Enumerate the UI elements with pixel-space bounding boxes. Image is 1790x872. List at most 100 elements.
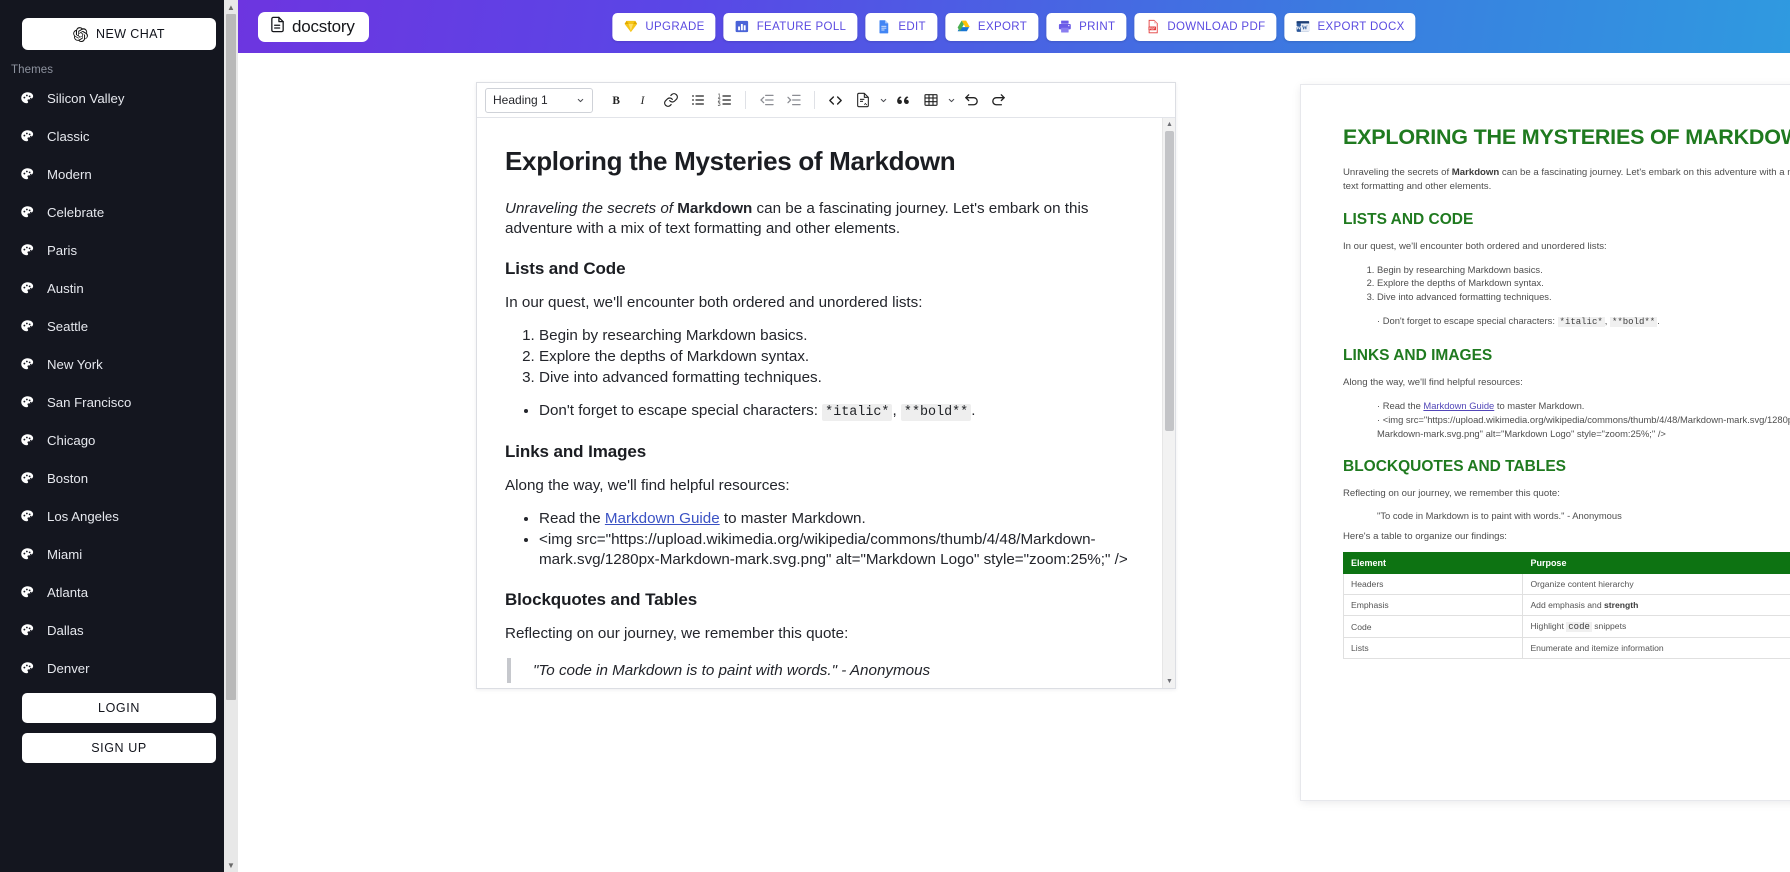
- svg-text:PDF: PDF: [1149, 26, 1155, 30]
- feature-poll-button[interactable]: FEATURE POLL: [723, 12, 858, 41]
- table-header-row: Element Purpose: [1342, 552, 1790, 575]
- palette-icon: [20, 91, 35, 106]
- indent-button[interactable]: [780, 87, 807, 113]
- editor-scrollbar[interactable]: ▲ ▼: [1162, 118, 1175, 688]
- upgrade-button[interactable]: UPGRADE: [612, 12, 716, 41]
- document-logo-icon: [269, 16, 286, 38]
- toolbar-divider-2: [814, 91, 815, 109]
- sidebar-item-boston[interactable]: Boston: [0, 459, 238, 497]
- print-button[interactable]: PRINT: [1046, 12, 1127, 41]
- sidebar-item-atlanta[interactable]: Atlanta: [0, 573, 238, 611]
- block-style-select[interactable]: Heading 1: [485, 87, 593, 113]
- palette-icon: [20, 661, 35, 676]
- preview-escape-prefix: Don't forget to escape special character…: [1382, 314, 1558, 326]
- sidebar-auth-actions: LOGIN SIGN UP: [0, 693, 238, 777]
- sidebar-item-paris[interactable]: Paris: [0, 231, 238, 269]
- button-label: PRINT: [1079, 20, 1116, 33]
- download-pdf-button[interactable]: PDF DOWNLOAD PDF: [1134, 12, 1277, 41]
- signup-button[interactable]: SIGN UP: [22, 733, 216, 763]
- list-item: Dive into advanced formatting techniques…: [1377, 290, 1790, 304]
- sidebar-item-san-francisco[interactable]: San Francisco: [0, 383, 238, 421]
- sidebar-scrollbar[interactable]: ▲ ▼: [224, 0, 238, 872]
- scroll-up-arrow-icon[interactable]: ▲: [1163, 118, 1175, 131]
- list-item: Read the Markdown Guide to master Markdo…: [539, 509, 1132, 529]
- chevron-down-icon[interactable]: [944, 96, 958, 105]
- doc-title: Exploring the Mysteries of Markdown: [505, 146, 956, 176]
- preview-link-suffix: to master Markdown.: [1494, 400, 1585, 412]
- doc-escape-list: Don't forget to escape special character…: [539, 401, 1132, 422]
- table-cell-element: Emphasis: [1342, 594, 1524, 617]
- code-block-button[interactable]: [822, 87, 849, 113]
- table-button[interactable]: [917, 87, 944, 113]
- undo-button[interactable]: [958, 87, 985, 113]
- sidebar-item-new-york[interactable]: New York: [0, 345, 238, 383]
- code-bold: **bold**: [900, 403, 972, 421]
- export-docx-button[interactable]: W W EXPORT DOCX: [1284, 12, 1416, 41]
- sidebar-item-label: Denver: [47, 660, 90, 676]
- ordered-list-button[interactable]: 1 2 3: [711, 87, 738, 113]
- sidebar-item-classic[interactable]: Classic: [0, 117, 238, 155]
- doc-link-suffix: to master Markdown.: [719, 509, 866, 527]
- sidebar-item-miami[interactable]: Miami: [0, 535, 238, 573]
- bullet-list-button[interactable]: [684, 87, 711, 113]
- login-button[interactable]: LOGIN: [22, 693, 216, 723]
- chevron-down-icon[interactable]: [876, 96, 890, 105]
- italic-button[interactable]: I: [630, 87, 657, 113]
- sidebar-item-chicago[interactable]: Chicago: [0, 421, 238, 459]
- palette-icon: [20, 243, 35, 258]
- table-dropdown[interactable]: [917, 87, 958, 113]
- sidebar-item-austin[interactable]: Austin: [0, 269, 238, 307]
- markdown-guide-link[interactable]: Markdown Guide: [605, 510, 720, 527]
- list-item: Dive into advanced formatting techniques…: [539, 368, 1132, 388]
- blockquote-button[interactable]: [890, 87, 917, 113]
- table-cell-purpose: Add emphasis and strength: [1522, 594, 1790, 617]
- scroll-down-arrow-icon[interactable]: ▼: [224, 858, 238, 872]
- preview-blockquote: "To code in Markdown is to paint with wo…: [1377, 509, 1622, 521]
- table-cell-element: Headers: [1342, 573, 1524, 596]
- insert-template-dropdown[interactable]: [849, 87, 890, 113]
- sidebar-item-denver[interactable]: Denver: [0, 649, 238, 687]
- sidebar-item-los-angeles[interactable]: Los Angeles: [0, 497, 238, 535]
- editor-document[interactable]: Exploring the Mysteries of Markdown Unra…: [477, 118, 1162, 688]
- svg-text:W: W: [1302, 26, 1308, 32]
- sidebar-scrollbar-thumb[interactable]: [226, 14, 236, 700]
- doc-link-prefix: Read the: [539, 509, 605, 527]
- table-row: Headers Organize content hierarchy: [1342, 573, 1790, 596]
- list-item: Explore the depths of Markdown syntax.: [539, 347, 1132, 367]
- sidebar-item-modern[interactable]: Modern: [0, 155, 238, 193]
- edit-button[interactable]: EDIT: [865, 12, 937, 41]
- pdf-icon: PDF: [1145, 19, 1160, 34]
- bold-button[interactable]: B: [603, 87, 630, 113]
- editor-scrollbar-thumb[interactable]: [1165, 131, 1174, 431]
- export-button[interactable]: EXPORT: [944, 12, 1039, 41]
- preview-link-prefix: Read the: [1382, 400, 1424, 412]
- outdent-button[interactable]: [753, 87, 780, 113]
- sidebar-item-seattle[interactable]: Seattle: [0, 307, 238, 345]
- sidebar-item-silicon-valley[interactable]: Silicon Valley: [0, 79, 238, 117]
- doc-lists-intro: In our quest, we'll encounter both order…: [505, 294, 923, 312]
- doc-intro-bold: Markdown: [677, 200, 753, 217]
- list-item: Read the Markdown Guide to master Markdo…: [1377, 399, 1790, 413]
- sidebar-item-label: Paris: [47, 242, 78, 258]
- doc-links-list: Read the Markdown Guide to master Markdo…: [539, 509, 1132, 570]
- brand-logo[interactable]: docstory: [258, 11, 369, 42]
- scroll-down-arrow-icon[interactable]: ▼: [1163, 675, 1175, 688]
- insert-template-button[interactable]: [849, 87, 876, 113]
- palette-icon: [20, 623, 35, 638]
- button-label: DOWNLOAD PDF: [1167, 20, 1266, 33]
- link-button[interactable]: [657, 87, 684, 113]
- markdown-guide-link[interactable]: Markdown Guide: [1423, 400, 1494, 411]
- scroll-up-arrow-icon[interactable]: ▲: [224, 0, 238, 14]
- new-chat-button[interactable]: NEW CHAT: [22, 18, 216, 50]
- palette-icon: [20, 509, 35, 524]
- sidebar-item-dallas[interactable]: Dallas: [0, 611, 238, 649]
- svg-text:W: W: [1296, 26, 1301, 31]
- sidebar-item-celebrate[interactable]: Celebrate: [0, 193, 238, 231]
- editor-panel: Heading 1 B I 1 2 3 Exploring the Myster…: [476, 82, 1176, 689]
- themes-section-label: Themes: [11, 64, 54, 76]
- doc-blockquote: "To code in Markdown is to paint with wo…: [507, 658, 1132, 684]
- cell-code: code: [1566, 622, 1592, 633]
- redo-button[interactable]: [985, 87, 1012, 113]
- table-cell-purpose: Enumerate and itemize information: [1522, 637, 1790, 660]
- code-bold: **bold**: [1609, 316, 1658, 327]
